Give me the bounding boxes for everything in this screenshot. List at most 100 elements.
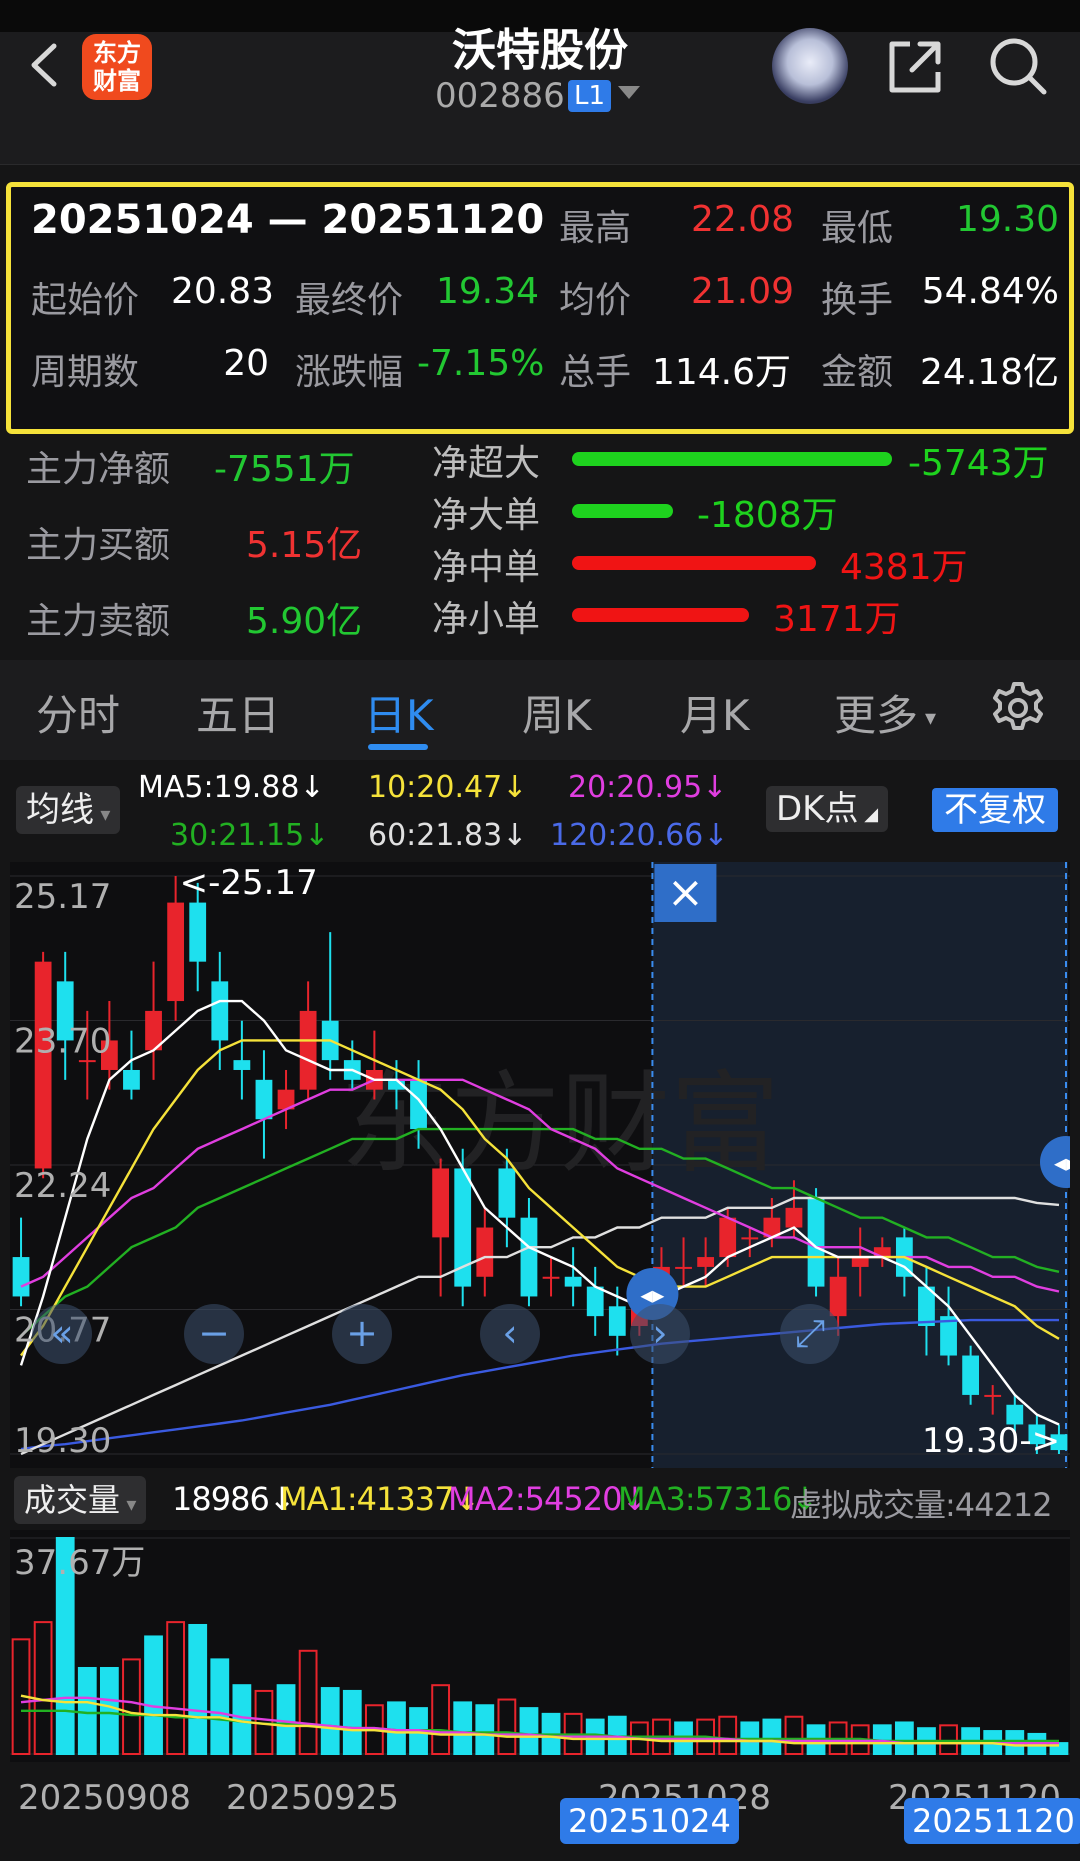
main-net-label: 主力净额 [26, 449, 171, 490]
flow-label-extra-large: 净超大 [432, 443, 541, 484]
tab-more[interactable]: 更多 ▾ [834, 682, 936, 743]
min-price-annotation: 19.30-> [922, 1421, 1060, 1461]
flow-bar-large [572, 504, 673, 518]
adjust-mode-button[interactable]: 不复权 [932, 788, 1058, 832]
volume-bar [519, 1707, 539, 1756]
candle-body [410, 1079, 427, 1130]
drag-handle-icon: ◂▸ [1054, 1149, 1070, 1177]
scroll-left-fast-icon: « [50, 1311, 73, 1355]
share-icon[interactable] [882, 34, 948, 100]
candle-body [984, 1394, 1002, 1397]
tab-five-day[interactable]: 五日 [196, 682, 280, 743]
range-end-badge[interactable]: 20251120 [904, 1798, 1080, 1844]
change-value: -7.15% [417, 343, 545, 384]
level-badge: L1 [568, 80, 612, 112]
ma-selector[interactable]: 均线 ▾ [16, 786, 121, 834]
candle-body [299, 1010, 317, 1090]
chevron-down-icon[interactable] [618, 86, 640, 99]
candlestick-chart[interactable]: 东方财富25.1723.7022.2420.7719.30<-25.1719.3… [10, 862, 1070, 1468]
amount-label: 金额 [821, 352, 894, 393]
tab-intraday[interactable]: 分时 [36, 682, 120, 743]
close-label: 最终价 [295, 280, 404, 321]
tab-more-label: 更多 [834, 691, 919, 740]
gear-icon[interactable] [990, 680, 1046, 736]
main-sell-label: 主力卖额 [26, 601, 171, 642]
search-icon[interactable] [986, 34, 1050, 98]
open-label: 起始价 [31, 280, 140, 321]
range-summary-box: 20251024 — 20251120 最高 22.08 最低 19.30 起始… [6, 182, 1074, 434]
close-value: 19.34 [436, 271, 540, 312]
flow-label-large: 净大单 [432, 495, 541, 536]
scroll-right-icon: › [652, 1311, 667, 1355]
flow-bar-small [572, 608, 749, 622]
volume-bar [475, 1704, 495, 1756]
candle-body [608, 1306, 626, 1336]
ma20-value: 20:20.95↓ [568, 770, 728, 805]
active-tab-indicator [368, 744, 428, 750]
zoom-out-icon: − [198, 1311, 230, 1355]
dk-point-selector[interactable]: DK点 ◢ [766, 786, 889, 832]
volume-bar [453, 1701, 473, 1756]
indicator-selector-label: 成交量 [24, 1481, 121, 1519]
ma5-value: MA5:19.88↓ [138, 770, 325, 805]
candle-body [211, 981, 229, 1041]
avg-label: 均价 [559, 280, 632, 321]
flow-value-medium: 4381万 [840, 547, 968, 588]
candle-body [962, 1355, 980, 1395]
candle-body [432, 1168, 450, 1238]
y-axis-label: 25.17 [14, 877, 111, 917]
x-date-2: 20250925 [226, 1778, 400, 1818]
volume-bar [342, 1689, 362, 1755]
stock-code[interactable]: 002886 [435, 76, 565, 116]
stock-name: 沃特股份 [452, 25, 628, 76]
ma10-value: 10:20.47↓ [368, 770, 528, 805]
volume-bar [762, 1718, 782, 1755]
low-label: 最低 [821, 208, 894, 249]
max-price-annotation: <-25.17 [180, 863, 318, 903]
caret-down-icon: ▾ [918, 706, 937, 731]
logo-line-2: 财富 [93, 67, 141, 95]
volume-bar [894, 1721, 914, 1755]
dk-point-label: DK点 [776, 789, 859, 829]
candle-body [255, 1079, 273, 1120]
volume-bar [188, 1623, 208, 1756]
main-net-value: -7551万 [214, 449, 355, 490]
volume-value: 18986↓ [172, 1480, 296, 1518]
avg-value: 21.09 [691, 271, 795, 312]
tab-daily-k[interactable]: 日K [364, 682, 434, 743]
amount-value: 24.18亿 [919, 352, 1059, 393]
volume-bar [320, 1687, 340, 1755]
y-axis-label: 22.24 [14, 1166, 111, 1206]
high-value: 22.08 [691, 199, 795, 240]
main-sell-value: 5.90亿 [246, 601, 363, 642]
tab-weekly-k[interactable]: 周K [522, 682, 592, 743]
volume-bar [387, 1701, 406, 1756]
indicator-selector[interactable]: 成交量 ▾ [14, 1476, 147, 1524]
candle-body [741, 1237, 759, 1240]
volume-ma3: MA3:57316↓ [618, 1480, 818, 1518]
assistant-avatar[interactable] [772, 28, 848, 104]
main-buy-label: 主力买额 [26, 525, 171, 566]
volume-chart[interactable]: 37.67万 [10, 1530, 1070, 1762]
fullscreen-icon: ⤢ [795, 1311, 825, 1355]
y-axis-label: 23.70 [14, 1022, 111, 1062]
x-date-1: 20250908 [18, 1778, 192, 1818]
volume-label: 总手 [559, 352, 632, 393]
ma-selector-label: 均线 [26, 790, 94, 830]
volume-bar [77, 1666, 97, 1755]
back-icon[interactable] [22, 40, 72, 90]
candle-body [829, 1276, 847, 1317]
candle-body [564, 1276, 582, 1287]
ma30-value: 30:21.15↓ [170, 818, 330, 853]
candle-body [233, 1060, 251, 1070]
low-value: 19.30 [955, 199, 1059, 240]
tab-monthly-k[interactable]: 月K [680, 682, 750, 743]
caret-icon: ◢ [858, 804, 879, 825]
virtual-volume: 虚拟成交量:44212 [790, 1486, 1053, 1524]
candle-body [851, 1257, 869, 1267]
range-start-badge[interactable]: 20251024 [560, 1798, 739, 1844]
volume-bar [144, 1635, 163, 1755]
main-buy-value: 5.15亿 [246, 525, 363, 566]
candle-body [697, 1257, 715, 1267]
caret-down-icon: ▾ [94, 802, 111, 826]
